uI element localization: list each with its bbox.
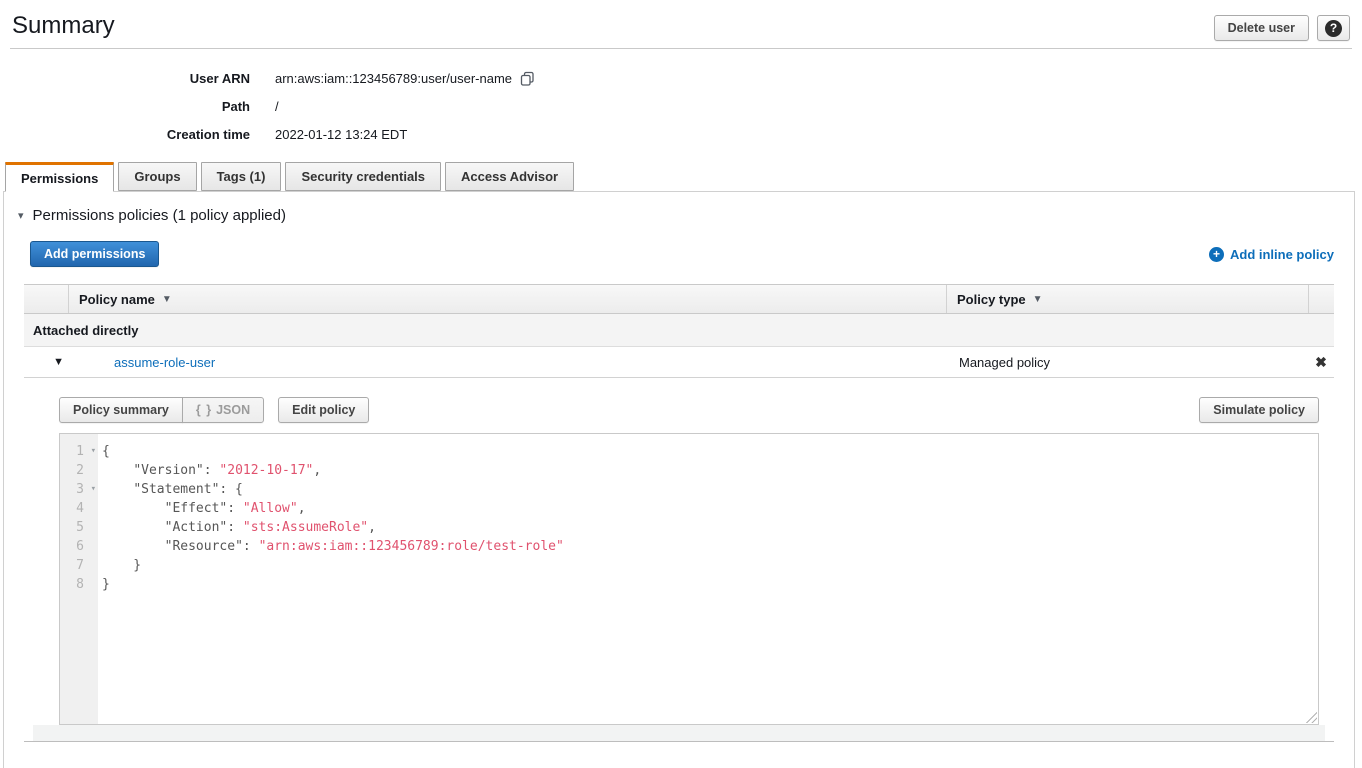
tab-tags-1[interactable]: Tags (1) <box>201 162 282 191</box>
question-mark-icon: ? <box>1325 20 1342 37</box>
braces-icon: { } <box>196 403 212 417</box>
add-permissions-button[interactable]: Add permissions <box>30 241 159 267</box>
header-divider <box>10 48 1352 49</box>
json-button-label: JSON <box>216 403 250 417</box>
copy-icon[interactable] <box>520 71 535 87</box>
code-line: } <box>102 575 1318 594</box>
tab-permissions[interactable]: Permissions <box>5 162 114 192</box>
section-title: Permissions policies (1 policy applied) <box>33 207 286 224</box>
code-fold-icon[interactable]: ▾ <box>91 480 96 499</box>
simulate-policy-button[interactable]: Simulate policy <box>1199 397 1319 423</box>
row-expander-icon[interactable]: ▼ <box>53 356 68 368</box>
field-label: User ARN <box>0 71 250 86</box>
sort-caret-icon: ▼ <box>162 294 172 305</box>
policy-name-header-label: Policy name <box>79 292 155 307</box>
header-actions: Delete user ? <box>1214 15 1350 41</box>
field-label: Creation time <box>0 127 250 142</box>
help-button[interactable]: ? <box>1317 15 1350 41</box>
add-inline-policy-link[interactable]: + Add inline policy <box>1209 247 1334 262</box>
policy-type-column-header[interactable]: Policy type ▼ <box>946 285 1308 313</box>
line-number: 1▾ <box>60 442 98 461</box>
line-number: 7 <box>60 556 98 575</box>
actions-column-header <box>1308 285 1334 313</box>
json-string-value: "2012-10-17" <box>219 463 313 478</box>
page-header: Summary Delete user ? <box>0 0 1362 41</box>
group-row-label: Attached directly <box>33 323 138 338</box>
json-key: "Statement" <box>133 482 219 497</box>
collapse-caret-icon: ▾ <box>18 209 24 222</box>
plus-circle-icon: + <box>1209 247 1224 262</box>
expander-column-header <box>24 285 68 313</box>
line-number: 3▾ <box>60 480 98 499</box>
field-value: 2022-01-12 13:24 EDT <box>275 127 407 142</box>
table-footer-strip <box>33 725 1325 741</box>
delete-user-button[interactable]: Delete user <box>1214 15 1309 41</box>
policy-detail-panel: Policy summary { } JSON Edit policy Simul… <box>24 378 1334 725</box>
policies-table-header: Policy name ▼ Policy type ▼ <box>24 284 1334 314</box>
policy-name-column-header[interactable]: Policy name ▼ <box>68 285 946 313</box>
line-number: 4 <box>60 499 98 518</box>
code-line: "Statement": { <box>102 480 1318 499</box>
permissions-policies-section-header[interactable]: ▾ Permissions policies (1 policy applied… <box>18 207 1344 224</box>
json-key: "Resource" <box>165 539 243 554</box>
add-inline-policy-label: Add inline policy <box>1230 247 1334 262</box>
policy-actions-row: Add permissions + Add inline policy <box>30 241 1334 267</box>
summary-field-row: Creation time 2022-01-12 13:24 EDT <box>0 120 1362 148</box>
field-value-text: arn:aws:iam::123456789:user/user-name <box>275 71 512 86</box>
code-line: } <box>102 556 1318 575</box>
code-line: "Effect": "Allow", <box>102 499 1318 518</box>
field-value: arn:aws:iam::123456789:user/user-name <box>275 70 535 87</box>
page-title: Summary <box>12 12 115 40</box>
attached-directly-group-row: Attached directly <box>24 314 1334 347</box>
json-view-button[interactable]: { } JSON <box>182 397 264 423</box>
code-line: "Resource": "arn:aws:iam::123456789:role… <box>102 537 1318 556</box>
field-value-text: 2022-01-12 13:24 EDT <box>275 127 407 142</box>
code-line: "Version": "2012-10-17", <box>102 461 1318 480</box>
field-label: Path <box>0 99 250 114</box>
policy-name-link[interactable]: assume-role-user <box>68 355 946 370</box>
editor-code-area[interactable]: { "Version": "2012-10-17", "Statement": … <box>98 434 1318 724</box>
field-value: / <box>275 99 279 114</box>
json-string-value: "arn:aws:iam::123456789:role/test-role" <box>259 539 564 554</box>
json-key: "Action" <box>165 520 228 535</box>
summary-field-row: Path / <box>0 92 1362 120</box>
code-line: { <box>102 442 1318 461</box>
policy-view-toggle: Policy summary { } JSON <box>59 397 264 423</box>
editor-line-number-gutter: 1▾23▾45678 <box>60 434 98 724</box>
policy-table-row: ▼ assume-role-user Managed policy ✖ <box>24 347 1334 378</box>
policy-type-header-label: Policy type <box>957 292 1026 307</box>
json-string-value: "sts:AssumeRole" <box>243 520 368 535</box>
code-line: "Action": "sts:AssumeRole", <box>102 518 1318 537</box>
json-string-value: "Allow" <box>243 501 298 516</box>
tab-security-credentials[interactable]: Security credentials <box>285 162 441 191</box>
tabs: PermissionsGroupsTags (1)Security creden… <box>5 162 1362 191</box>
tab-groups[interactable]: Groups <box>118 162 196 191</box>
permissions-tab-content: ▾ Permissions policies (1 policy applied… <box>4 192 1354 742</box>
code-fold-icon[interactable]: ▾ <box>91 442 96 461</box>
json-key: "Version" <box>133 463 203 478</box>
policy-detail-toolbar: Policy summary { } JSON Edit policy Simul… <box>59 397 1319 423</box>
policy-type-value: Managed policy <box>946 355 1308 370</box>
field-value-text: / <box>275 99 279 114</box>
line-number: 6 <box>60 537 98 556</box>
line-number: 2 <box>60 461 98 480</box>
edit-policy-button[interactable]: Edit policy <box>278 397 369 423</box>
summary-field-row: User ARN arn:aws:iam::123456789:user/user… <box>0 64 1362 92</box>
sort-caret-icon: ▼ <box>1033 294 1043 305</box>
json-policy-editor[interactable]: 1▾23▾45678 { "Version": "2012-10-17", "S… <box>59 433 1319 725</box>
json-key: "Effect" <box>165 501 228 516</box>
line-number: 5 <box>60 518 98 537</box>
policy-summary-button[interactable]: Policy summary <box>59 397 183 423</box>
line-number: 8 <box>60 575 98 594</box>
tab-panel: ▾ Permissions policies (1 policy applied… <box>3 191 1355 768</box>
remove-policy-icon[interactable]: ✖ <box>1315 354 1327 371</box>
policies-table: Policy name ▼ Policy type ▼ Attached dir… <box>24 284 1334 742</box>
tab-access-advisor[interactable]: Access Advisor <box>445 162 574 191</box>
summary-fields: User ARN arn:aws:iam::123456789:user/user… <box>0 64 1362 148</box>
